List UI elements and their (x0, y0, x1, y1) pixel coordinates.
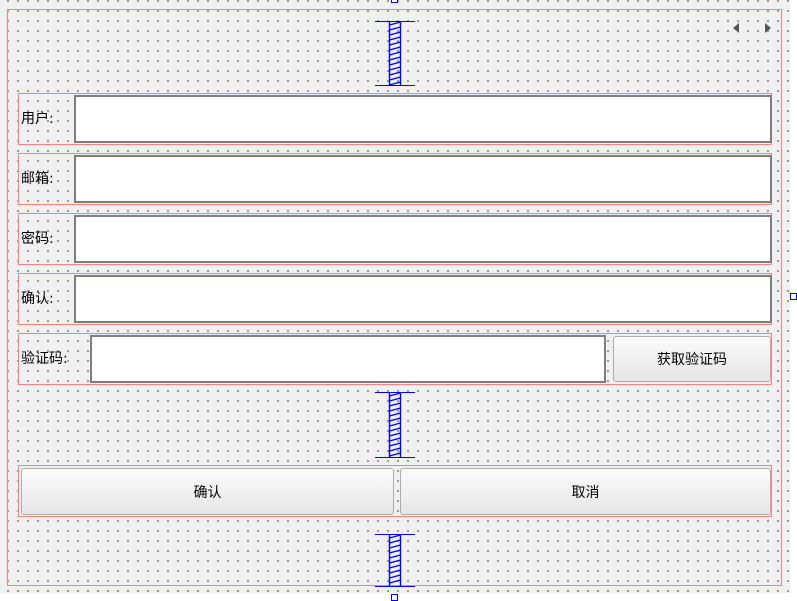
user-input[interactable] (74, 95, 772, 143)
page-nav-arrows (730, 20, 776, 36)
actions-row: 确认 取消 (18, 465, 772, 517)
email-input[interactable] (74, 155, 772, 203)
password-label: 密码: (21, 231, 54, 247)
confirm-label: 确认: (21, 291, 54, 307)
middle-vertical-spacer[interactable] (374, 391, 416, 459)
triangle-left-icon[interactable] (733, 23, 739, 33)
vertical-spacer-icon (375, 21, 415, 86)
confirm-button[interactable]: 确认 (21, 468, 394, 515)
email-label: 邮箱: (21, 171, 54, 187)
get-captcha-button[interactable]: 获取验证码 (613, 336, 771, 382)
password-row: 密码: (18, 213, 772, 265)
captcha-label: 验证码: (21, 351, 68, 367)
confirm-input[interactable] (74, 275, 772, 323)
designer-canvas: 用户: 邮箱: 密码: 确认: 验证码: 获取验证码 确认 取消 (0, 0, 790, 593)
confirm-row: 确认: (18, 273, 772, 325)
cancel-button[interactable]: 取消 (400, 468, 771, 515)
email-row: 邮箱: (18, 153, 772, 205)
top-vertical-spacer[interactable] (374, 20, 416, 87)
captcha-row: 验证码: 获取验证码 (18, 333, 772, 385)
triangle-right-icon[interactable] (765, 23, 771, 33)
user-label: 用户: (21, 111, 54, 127)
password-input[interactable] (74, 215, 772, 263)
bottom-vertical-spacer[interactable] (374, 533, 416, 588)
vertical-spacer-icon (375, 392, 415, 458)
user-row: 用户: (18, 93, 772, 145)
vertical-spacer-icon (375, 534, 415, 587)
resize-handle-top[interactable] (391, 0, 398, 3)
captcha-input[interactable] (90, 335, 606, 383)
resize-handle-right[interactable] (790, 293, 797, 300)
